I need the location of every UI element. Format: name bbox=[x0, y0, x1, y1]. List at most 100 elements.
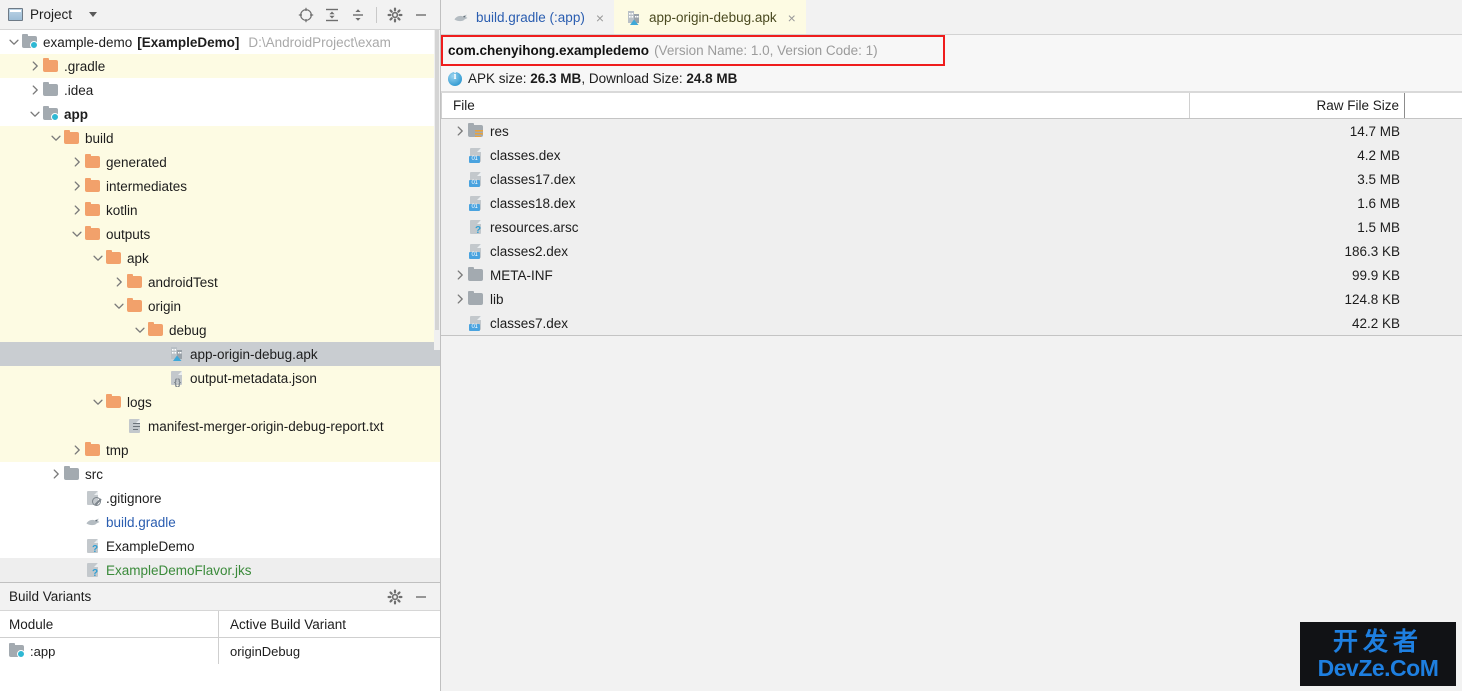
chevron-right-icon[interactable] bbox=[27, 82, 43, 98]
gear-icon[interactable] bbox=[382, 585, 408, 609]
tree-item-androidtest[interactable]: androidTest bbox=[0, 270, 440, 294]
tree-item-exampledemoflavor-jks[interactable]: ? ExampleDemoFlavor.jks bbox=[0, 558, 440, 582]
tree-item-logs[interactable]: logs bbox=[0, 390, 440, 414]
apk-entry-name-cell[interactable]: 01 classes17.dex bbox=[441, 171, 1190, 187]
apk-entry-name-cell[interactable]: 01 classes2.dex bbox=[441, 243, 1190, 259]
build-variant-value-cell[interactable]: originDebug bbox=[219, 638, 440, 664]
gear-icon[interactable] bbox=[382, 3, 408, 27]
table-row[interactable]: :app originDebug bbox=[0, 638, 440, 664]
tree-item-kotlin[interactable]: kotlin bbox=[0, 198, 440, 222]
tree-item-generated[interactable]: generated bbox=[0, 150, 440, 174]
tree-item-output-metadata-json[interactable]: {} output-metadata.json bbox=[0, 366, 440, 390]
chevron-down-icon[interactable] bbox=[48, 130, 64, 146]
chevron-right-icon[interactable] bbox=[452, 292, 468, 306]
collapse-all-icon[interactable] bbox=[345, 3, 371, 27]
tree-item-app[interactable]: app bbox=[0, 102, 440, 126]
build-variant-module-cell[interactable]: :app bbox=[0, 638, 219, 664]
locate-target-icon[interactable] bbox=[293, 3, 319, 27]
minimize-icon[interactable] bbox=[408, 585, 434, 609]
folder-orange-icon bbox=[127, 274, 143, 290]
chevron-right-icon[interactable] bbox=[48, 466, 64, 482]
chevron-down-icon[interactable] bbox=[89, 12, 98, 17]
chevron-down-icon[interactable] bbox=[27, 106, 43, 122]
close-icon[interactable]: × bbox=[596, 11, 604, 25]
tree-item-manifest-merger-origin-debug-report-txt[interactable]: manifest-merger-origin-debug-report.txt bbox=[0, 414, 440, 438]
tree-item-debug[interactable]: debug bbox=[0, 318, 440, 342]
chevron-right-icon[interactable] bbox=[69, 154, 85, 170]
folder-orange-icon bbox=[43, 58, 59, 74]
chevron-right-icon[interactable] bbox=[452, 268, 468, 282]
table-row[interactable]: 01 classes17.dex 3.5 MB bbox=[441, 167, 1462, 191]
chevron-right-icon[interactable] bbox=[69, 178, 85, 194]
chevron-right-icon[interactable] bbox=[452, 124, 468, 138]
minimize-icon[interactable] bbox=[408, 3, 434, 27]
tree-item-src[interactable]: src bbox=[0, 462, 440, 486]
tree-item-label: .idea bbox=[64, 82, 94, 98]
tree-item--gitignore[interactable]: .gitignore bbox=[0, 486, 440, 510]
folder-orange-icon bbox=[148, 322, 164, 338]
editor-tab-label: build.gradle (:app) bbox=[476, 10, 585, 25]
tree-item-build[interactable]: build bbox=[0, 126, 440, 150]
tree-item-intermediates[interactable]: intermediates bbox=[0, 174, 440, 198]
tree-item-example-demo[interactable]: example-demo [ExampleDemo] D:\AndroidProje… bbox=[0, 30, 440, 54]
scrollbar-thumb[interactable] bbox=[435, 30, 439, 330]
chevron-down-icon[interactable] bbox=[90, 394, 106, 410]
tree-item-label: tmp bbox=[106, 442, 129, 458]
column-header-file[interactable]: File bbox=[441, 93, 1190, 118]
tree-item--idea[interactable]: .idea bbox=[0, 78, 440, 102]
tree-item-build-gradle[interactable]: build.gradle bbox=[0, 510, 440, 534]
folder-orange-icon bbox=[85, 442, 101, 458]
column-header-module[interactable]: Module bbox=[0, 611, 219, 637]
dex-file-icon: 01 bbox=[468, 315, 484, 331]
chevron-down-icon[interactable] bbox=[132, 322, 148, 338]
editor-tab-build-gradle-app-[interactable]: build.gradle (:app) × bbox=[441, 0, 614, 35]
project-title-group[interactable]: Project bbox=[8, 7, 98, 22]
table-row[interactable]: 01 classes7.dex 42.2 KB bbox=[441, 311, 1462, 335]
table-row[interactable]: res 14.7 MB bbox=[441, 119, 1462, 143]
table-row[interactable]: ? resources.arsc 1.5 MB bbox=[441, 215, 1462, 239]
project-file-tree[interactable]: example-demo [ExampleDemo] D:\AndroidProje… bbox=[0, 30, 440, 582]
apk-entry-name-cell[interactable]: lib bbox=[441, 291, 1190, 307]
apk-entry-name-cell[interactable]: res bbox=[441, 123, 1190, 139]
project-tree-scrollbar[interactable] bbox=[434, 30, 440, 350]
table-row[interactable]: 01 classes2.dex 186.3 KB bbox=[441, 239, 1462, 263]
tree-item-apk[interactable]: apk bbox=[0, 246, 440, 270]
table-row[interactable]: 01 classes.dex 4.2 MB bbox=[441, 143, 1462, 167]
apk-entry-name-cell[interactable]: ? resources.arsc bbox=[441, 219, 1190, 236]
column-header-active-build-variant[interactable]: Active Build Variant bbox=[219, 611, 440, 637]
tree-item-exampledemo[interactable]: ? ExampleDemo bbox=[0, 534, 440, 558]
apk-entry-name-cell[interactable]: 01 classes7.dex bbox=[441, 315, 1190, 331]
apk-entry-name-cell[interactable]: 01 classes.dex bbox=[441, 147, 1190, 163]
chevron-right-icon[interactable] bbox=[111, 274, 127, 290]
table-row[interactable]: 01 classes18.dex 1.6 MB bbox=[441, 191, 1462, 215]
tree-item-origin[interactable]: origin bbox=[0, 294, 440, 318]
table-row[interactable]: lib 124.8 KB bbox=[441, 287, 1462, 311]
chevron-down-icon[interactable] bbox=[111, 298, 127, 314]
chevron-right-icon[interactable] bbox=[69, 442, 85, 458]
dex-file-icon: 01 bbox=[468, 243, 484, 259]
tree-item-app-origin-debug-apk[interactable]: app-origin-debug.apk bbox=[0, 342, 440, 366]
column-header-raw-file-size[interactable]: Raw File Size bbox=[1190, 93, 1405, 118]
tree-item--gradle[interactable]: .gradle bbox=[0, 54, 440, 78]
apk-file-table-body[interactable]: res 14.7 MB 01 classes.dex 4.2 MB 01 classes17… bbox=[441, 119, 1462, 336]
chevron-down-icon[interactable] bbox=[69, 226, 85, 242]
chevron-down-icon[interactable] bbox=[6, 34, 22, 50]
table-row[interactable]: META-INF 99.9 KB bbox=[441, 263, 1462, 287]
apk-package-header: com.chenyihong.exampledemo (Version Name… bbox=[441, 35, 1462, 66]
chevron-right-icon[interactable] bbox=[69, 202, 85, 218]
apk-entry-name-cell[interactable]: META-INF bbox=[441, 267, 1190, 283]
build-variants-toolbar bbox=[382, 585, 434, 609]
expand-all-icon[interactable] bbox=[319, 3, 345, 27]
folder-orange-icon bbox=[64, 130, 80, 146]
chevron-down-icon[interactable] bbox=[90, 250, 106, 266]
tree-item-project-name: [ExampleDemo] bbox=[137, 34, 240, 50]
apk-entry-label: resources.arsc bbox=[490, 219, 579, 235]
chevron-right-icon[interactable] bbox=[27, 58, 43, 74]
apk-file-table-header: File Raw File Size bbox=[441, 92, 1462, 119]
close-icon[interactable]: × bbox=[788, 11, 796, 25]
tree-item-tmp[interactable]: tmp bbox=[0, 438, 440, 462]
tree-item-outputs[interactable]: outputs bbox=[0, 222, 440, 246]
apk-entry-name-cell[interactable]: 01 classes18.dex bbox=[441, 195, 1190, 211]
editor-tab-app-origin-debug-apk[interactable]: app-origin-debug.apk × bbox=[614, 0, 806, 35]
apk-size-value: 26.3 MB bbox=[530, 71, 582, 86]
